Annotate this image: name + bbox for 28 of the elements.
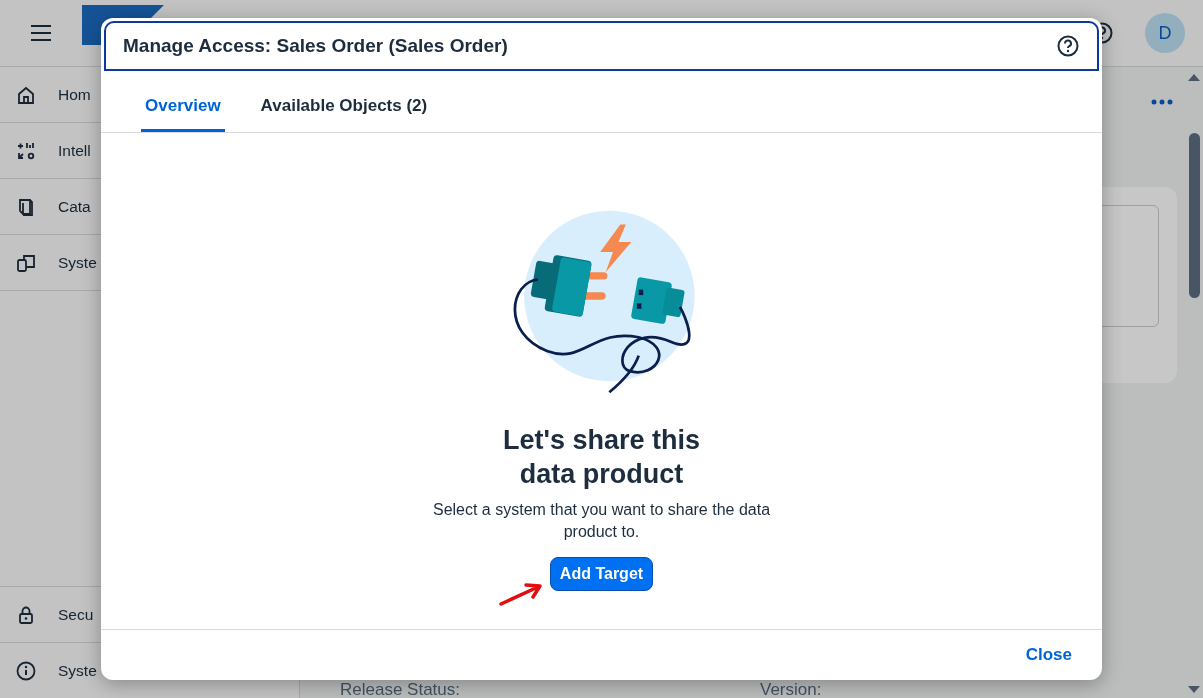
scroll-thumb[interactable] xyxy=(1188,133,1200,298)
nav-label: Syste xyxy=(58,253,97,272)
help-icon[interactable] xyxy=(1057,35,1079,57)
scroll-up-icon[interactable] xyxy=(1188,73,1200,81)
menu-icon[interactable] xyxy=(30,25,52,41)
scroll-down-icon[interactable] xyxy=(1188,686,1200,694)
devices-icon xyxy=(16,252,36,273)
close-button[interactable]: Close xyxy=(1023,641,1074,669)
nav-label: Syste xyxy=(58,661,97,680)
intelligence-icon xyxy=(16,140,36,161)
field-label: Version: xyxy=(760,680,822,698)
tab[interactable]: Available Objects (2) xyxy=(256,74,432,132)
nav-label: Hom xyxy=(58,85,91,104)
avatar[interactable]: D xyxy=(1145,13,1185,53)
home-icon xyxy=(16,84,36,105)
more-icon[interactable] xyxy=(1151,99,1173,105)
book-icon xyxy=(16,196,36,217)
field-label: Release Status: xyxy=(340,680,460,698)
lock-icon xyxy=(16,604,36,625)
add-target-button[interactable]: Add Target xyxy=(549,557,654,591)
tab[interactable]: Overview xyxy=(141,74,225,132)
dialog-title: Manage Access: Sales Order (Sales Order) xyxy=(123,35,508,57)
description: Select a system that you want to share the data product to. xyxy=(431,500,772,542)
nav-label: Cata xyxy=(58,197,91,216)
nav-label: Secu xyxy=(58,605,94,624)
info-icon xyxy=(16,660,36,681)
heading: Let's share this data product xyxy=(502,424,701,491)
nav-label: Intell xyxy=(58,141,91,160)
